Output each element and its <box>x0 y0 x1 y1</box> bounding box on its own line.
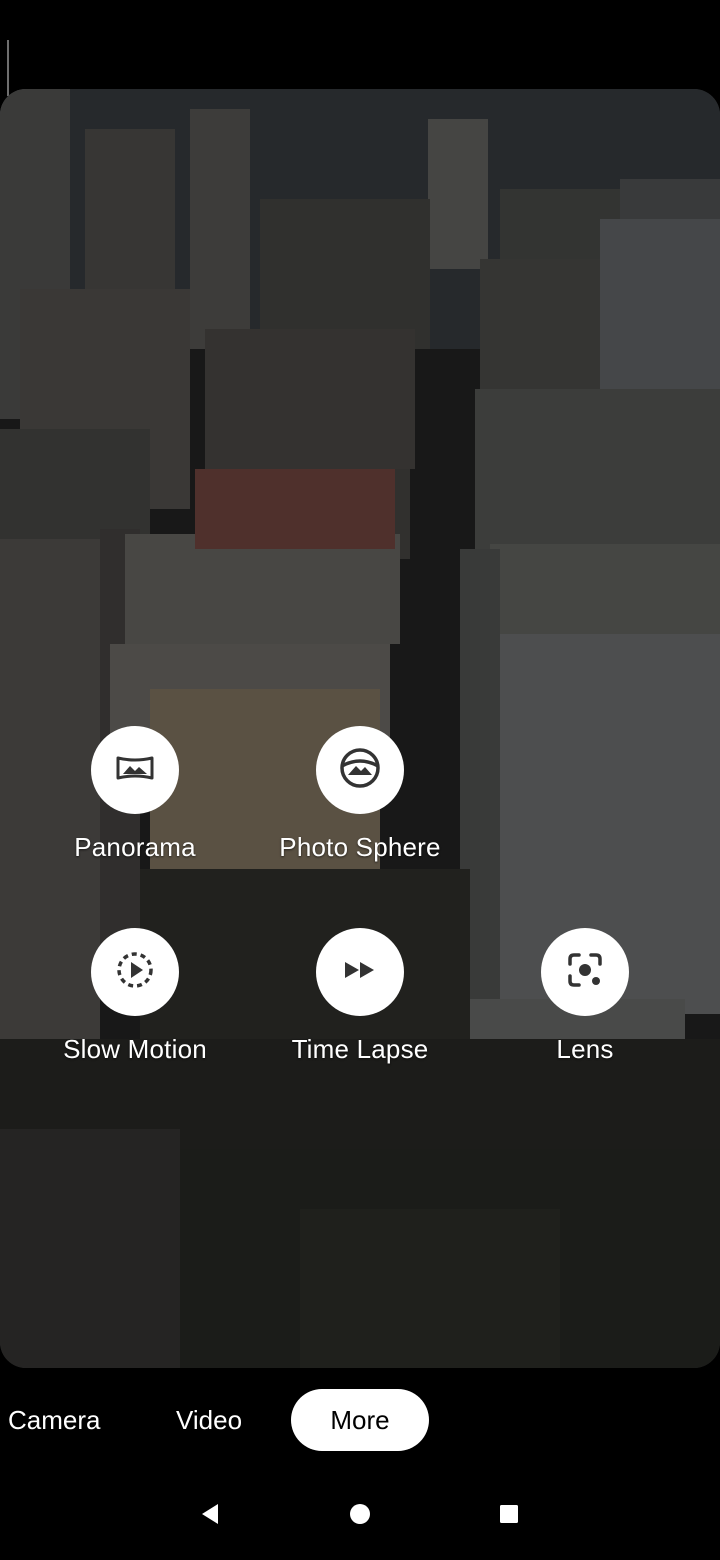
nav-back-button[interactable] <box>190 1496 230 1536</box>
recents-square-icon <box>500 1504 518 1528</box>
time-lapse-button[interactable] <box>316 928 404 1016</box>
back-triangle-icon <box>200 1503 220 1530</box>
lens-button[interactable] <box>541 928 629 1016</box>
photo-sphere-button[interactable] <box>316 726 404 814</box>
mode-slow-motion[interactable]: Slow Motion <box>35 928 235 1065</box>
tab-video[interactable]: Video <box>176 1389 256 1451</box>
mode-time-lapse[interactable]: Time Lapse <box>260 928 460 1065</box>
status-indicator <box>7 40 9 96</box>
nav-recents-button[interactable] <box>489 1496 529 1536</box>
lens-label: Lens <box>556 1034 614 1064</box>
home-circle-icon <box>349 1503 371 1530</box>
nav-home-button[interactable] <box>340 1496 380 1536</box>
lens-icon <box>566 951 604 994</box>
slow-motion-button[interactable] <box>91 928 179 1016</box>
panorama-icon <box>115 754 155 787</box>
camera-screen: Panorama Photo Sphere Slow Motion Time L… <box>0 0 720 1560</box>
photo-sphere-label: Photo Sphere <box>279 832 441 862</box>
mode-panorama[interactable]: Panorama <box>35 726 235 863</box>
panorama-button[interactable] <box>91 726 179 814</box>
mode-photo-sphere[interactable]: Photo Sphere <box>260 726 460 863</box>
mode-lens[interactable]: Lens <box>485 928 685 1065</box>
photo-sphere-icon <box>338 746 382 795</box>
slow-motion-label: Slow Motion <box>63 1034 207 1064</box>
tab-camera[interactable]: Camera <box>8 1389 108 1451</box>
time-lapse-icon <box>342 958 378 987</box>
time-lapse-label: Time Lapse <box>291 1034 429 1064</box>
panorama-label: Panorama <box>74 832 196 862</box>
slow-motion-icon <box>115 950 155 995</box>
tab-more[interactable]: More <box>291 1389 429 1451</box>
